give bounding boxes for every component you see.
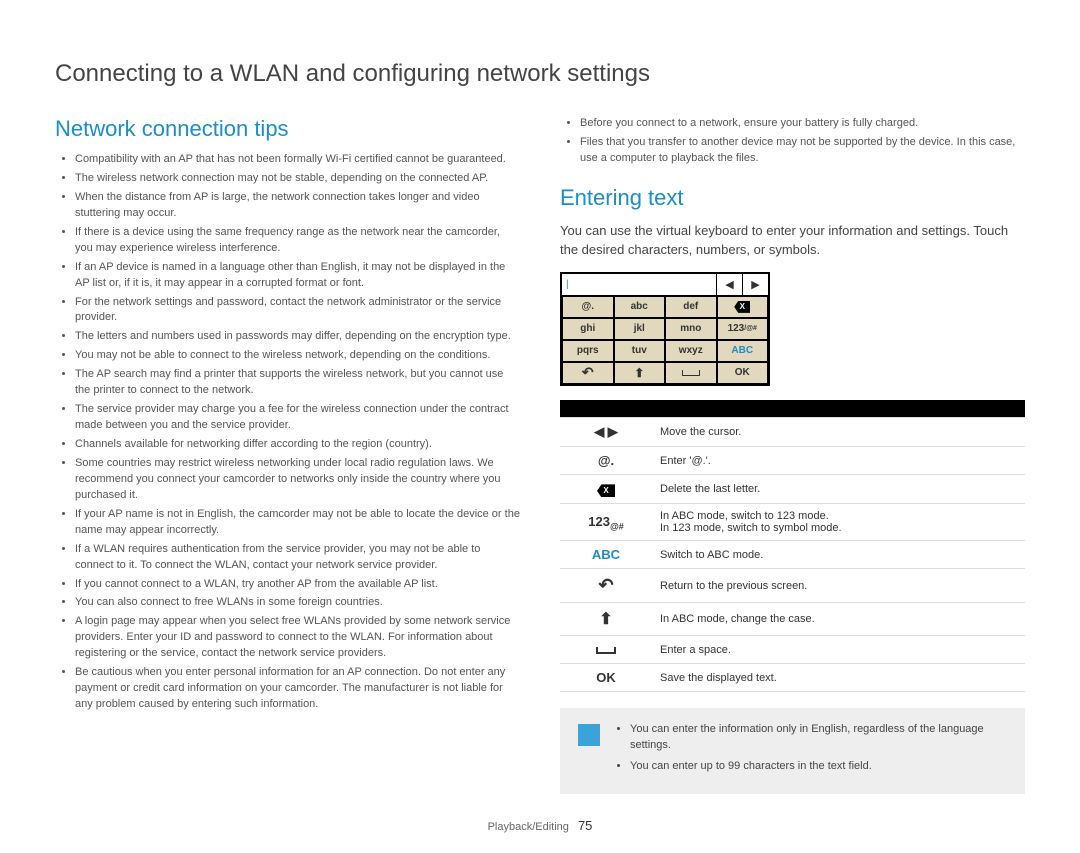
top-note-item: Files that you transfer to another devic… xyxy=(580,135,1025,167)
icon-description-table: ◀ ▶ Move the cursor. @. Enter '@.'. X De… xyxy=(560,400,1025,693)
footer-section: Playback/Editing xyxy=(488,821,569,833)
tip-item: Compatibility with an AP that has not be… xyxy=(75,152,520,168)
tip-item: If there is a device using the same freq… xyxy=(75,225,520,257)
icon-desc: In ABC mode, switch to 123 mode. In 123 … xyxy=(652,504,1025,541)
key-at[interactable]: @. xyxy=(562,296,614,318)
icon-desc: Return to the previous screen. xyxy=(652,569,1025,603)
tip-item: The AP search may find a printer that su… xyxy=(75,367,520,399)
table-row: 123@# In ABC mode, switch to 123 mode. I… xyxy=(560,504,1025,541)
table-row: X Delete the last letter. xyxy=(560,475,1025,504)
top-notes: Before you connect to a network, ensure … xyxy=(560,116,1025,167)
key-abc-mode[interactable]: ABC xyxy=(717,340,769,362)
note-item: You can enter up to 99 characters in the… xyxy=(630,759,1007,774)
shift-icon: ⬆ xyxy=(560,603,652,636)
table-row: ⬆ In ABC mode, change the case. xyxy=(560,603,1025,636)
key-abc[interactable]: abc xyxy=(614,296,666,318)
left-column: Network connection tips Compatibility wi… xyxy=(55,116,520,794)
cursor-right-button[interactable]: ▶ xyxy=(742,274,768,295)
table-row: ABC Switch to ABC mode. xyxy=(560,541,1025,569)
table-row: @. Enter '@.'. xyxy=(560,447,1025,475)
key-def[interactable]: def xyxy=(665,296,717,318)
icon-desc: Save the displayed text. xyxy=(652,664,1025,692)
virtual-keyboard: | ◀ ▶ @. abc def X ghi jkl mno 123/@# pq… xyxy=(560,272,770,386)
page-footer: Playback/Editing 75 xyxy=(55,818,1025,833)
icon-desc: Enter '@.'. xyxy=(652,447,1025,475)
cursor-left-button[interactable]: ◀ xyxy=(716,274,742,295)
tip-item: If you cannot connect to a WLAN, try ano… xyxy=(75,577,520,593)
ok-icon: OK xyxy=(560,664,652,692)
table-row: ↶ Return to the previous screen. xyxy=(560,569,1025,603)
tip-item: Channels available for networking differ… xyxy=(75,437,520,453)
at-icon: @. xyxy=(560,447,652,475)
tip-item: Some countries may restrict wireless net… xyxy=(75,456,520,504)
tip-item: You may not be able to connect to the wi… xyxy=(75,348,520,364)
abc-mode-icon: ABC xyxy=(560,541,652,569)
key-jkl[interactable]: jkl xyxy=(614,318,666,340)
back-icon: ↶ xyxy=(560,569,652,603)
table-row: OK Save the displayed text. xyxy=(560,664,1025,692)
table-header xyxy=(652,400,1025,418)
tip-item: The letters and numbers used in password… xyxy=(75,329,520,345)
network-tips-heading: Network connection tips xyxy=(55,116,520,142)
tip-item: When the distance from AP is large, the … xyxy=(75,190,520,222)
network-tips-list: Compatibility with an AP that has not be… xyxy=(55,152,520,713)
icon-desc: Move the cursor. xyxy=(652,418,1025,447)
entering-text-heading: Entering text xyxy=(560,185,1025,211)
key-tuv[interactable]: tuv xyxy=(614,340,666,362)
mode-switch-icon: 123@# xyxy=(560,504,652,541)
text-input[interactable]: | xyxy=(562,274,716,295)
key-mno[interactable]: mno xyxy=(665,318,717,340)
key-shift[interactable]: ⬆ xyxy=(614,362,666,384)
table-row: Enter a space. xyxy=(560,636,1025,664)
table-row: ◀ ▶ Move the cursor. xyxy=(560,418,1025,447)
table-header xyxy=(560,400,652,418)
tip-item: The wireless network connection may not … xyxy=(75,171,520,187)
key-backspace[interactable]: X xyxy=(717,296,769,318)
tip-item: If your AP name is not in English, the c… xyxy=(75,507,520,539)
key-ok[interactable]: OK xyxy=(717,362,769,384)
key-back[interactable]: ↶ xyxy=(562,362,614,384)
space-icon xyxy=(560,636,652,664)
page-number: 75 xyxy=(578,818,592,833)
top-note-item: Before you connect to a network, ensure … xyxy=(580,116,1025,132)
icon-desc: Enter a space. xyxy=(652,636,1025,664)
tip-item: You can also connect to free WLANs in so… xyxy=(75,595,520,611)
info-icon xyxy=(578,724,600,746)
backspace-icon: X xyxy=(560,475,652,504)
tip-item: If an AP device is named in a language o… xyxy=(75,260,520,292)
icon-desc: Delete the last letter. xyxy=(652,475,1025,504)
page-title: Connecting to a WLAN and configuring net… xyxy=(55,60,1025,88)
key-mode-switch[interactable]: 123/@# xyxy=(717,318,769,340)
right-column: Before you connect to a network, ensure … xyxy=(560,116,1025,794)
icon-desc: Switch to ABC mode. xyxy=(652,541,1025,569)
tip-item: Be cautious when you enter personal info… xyxy=(75,665,520,713)
tip-item: The service provider may charge you a fe… xyxy=(75,402,520,434)
key-pqrs[interactable]: pqrs xyxy=(562,340,614,362)
key-ghi[interactable]: ghi xyxy=(562,318,614,340)
icon-desc: In ABC mode, change the case. xyxy=(652,603,1025,636)
tip-item: If a WLAN requires authentication from t… xyxy=(75,542,520,574)
entering-text-intro: You can use the virtual keyboard to ente… xyxy=(560,221,1025,260)
note-item: You can enter the information only in En… xyxy=(630,722,1007,753)
info-note: You can enter the information only in En… xyxy=(560,708,1025,794)
tip-item: A login page may appear when you select … xyxy=(75,614,520,662)
tip-item: For the network settings and password, c… xyxy=(75,295,520,327)
key-wxyz[interactable]: wxyz xyxy=(665,340,717,362)
key-space[interactable] xyxy=(665,362,717,384)
cursor-icon: ◀ ▶ xyxy=(560,418,652,447)
